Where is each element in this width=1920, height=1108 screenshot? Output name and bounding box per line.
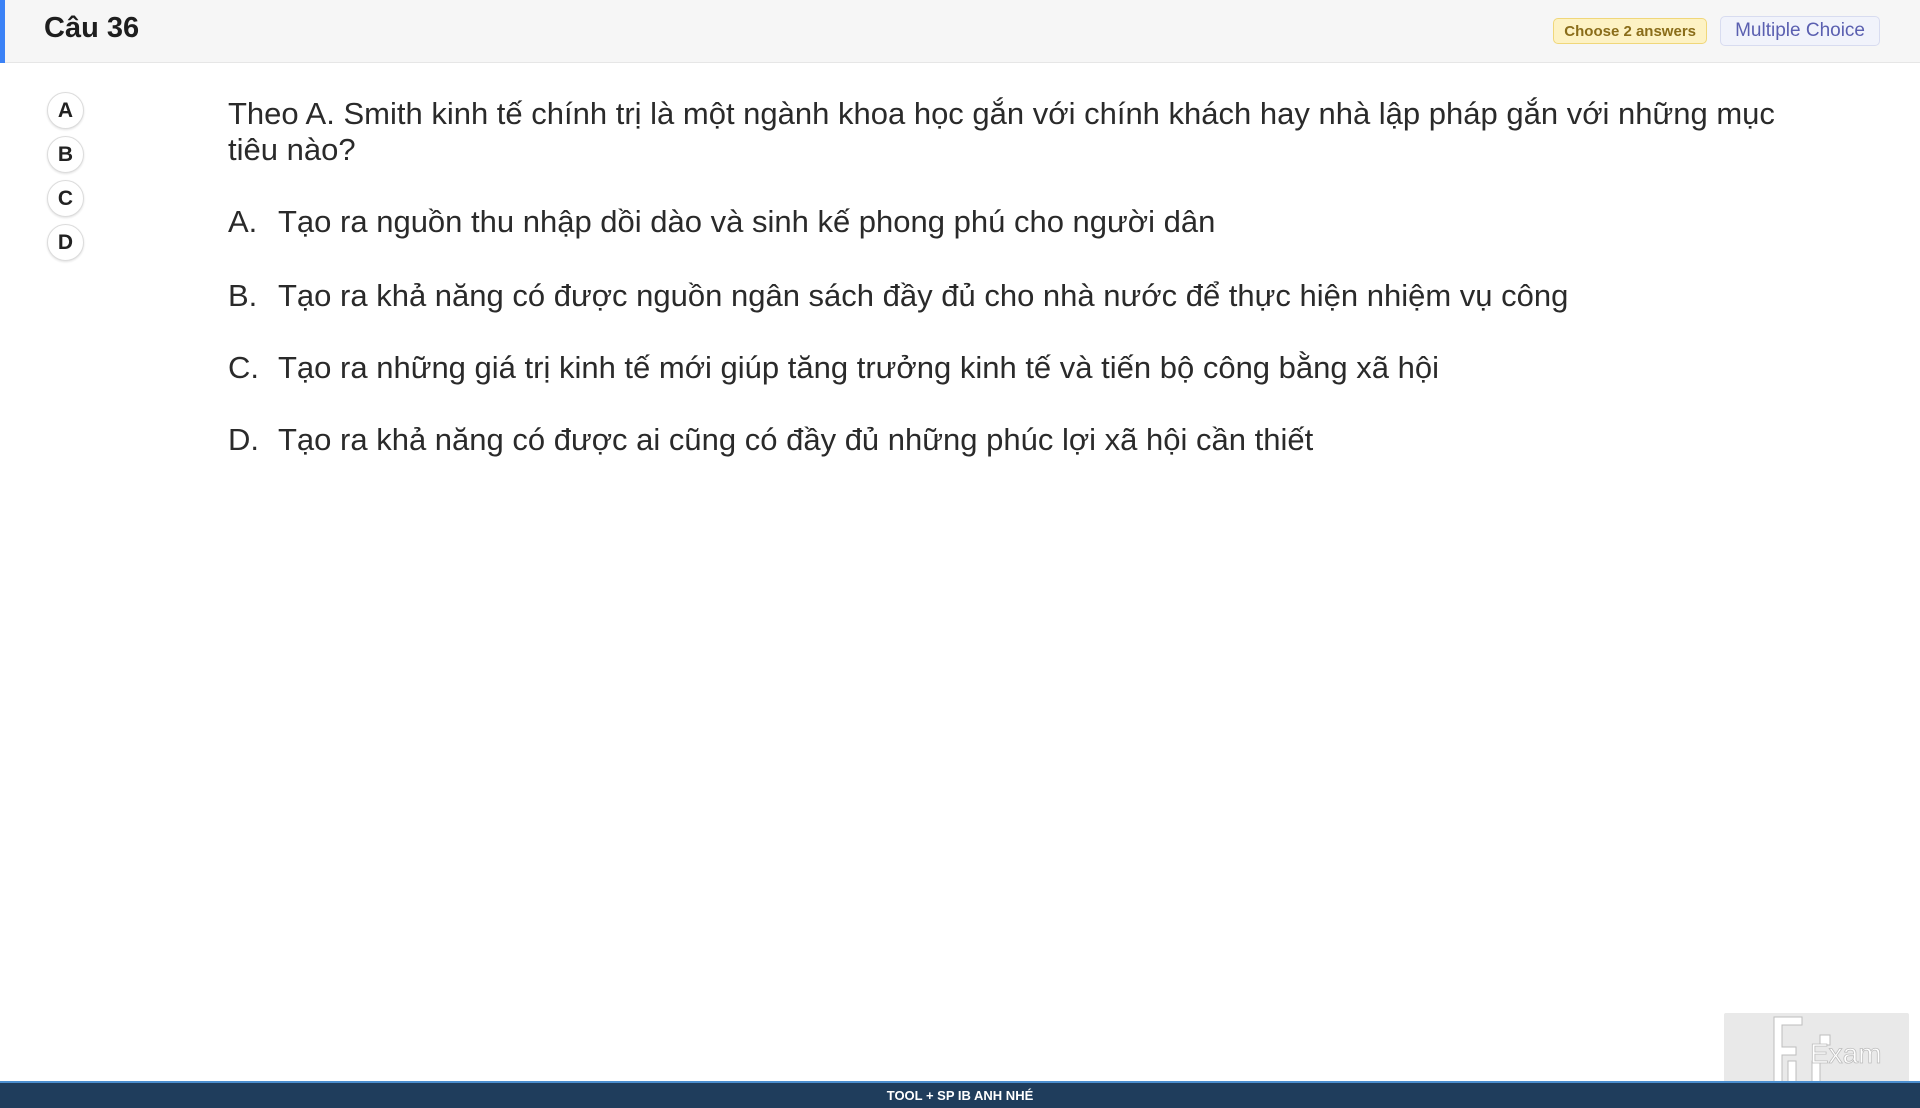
- answer-button-b[interactable]: B: [47, 136, 84, 173]
- header-accent-bar: [0, 0, 5, 63]
- option-letter: D.: [228, 422, 259, 457]
- exam-page: Câu 36 Choose 2 answers Multiple Choice …: [0, 0, 1920, 1108]
- question-header: Câu 36 Choose 2 answers Multiple Choice: [0, 0, 1920, 63]
- option-c: C. Tạo ra những giá trị kinh tế mới giúp …: [228, 350, 1439, 386]
- option-text: Tạo ra những giá trị kinh tế mới giúp tă…: [278, 350, 1439, 385]
- option-text: Tạo ra khả năng có được nguồn ngân sách …: [278, 278, 1569, 313]
- question-text: Theo A. Smith kinh tế chính trị là một n…: [228, 96, 1775, 167]
- footer-text: TOOL + SP IB ANH NHÉ: [886, 1088, 1034, 1103]
- answer-button-c[interactable]: C: [47, 180, 84, 217]
- question-type-badge: Multiple Choice: [1720, 16, 1880, 46]
- answer-button-a[interactable]: A: [47, 92, 84, 129]
- option-letter: A.: [228, 204, 258, 239]
- option-text: Tạo ra nguồn thu nhập dồi dào và sinh kế…: [278, 204, 1216, 239]
- option-letter: C.: [228, 350, 259, 385]
- answer-button-d[interactable]: D: [47, 224, 84, 261]
- choose-answers-badge: Choose 2 answers: [1553, 18, 1707, 44]
- question-number-title: Câu 36: [44, 12, 140, 44]
- option-letter: B.: [228, 278, 258, 313]
- option-text: Tạo ra khả năng có được ai cũng có đầy đ…: [278, 422, 1314, 457]
- option-b: B. Tạo ra khả năng có được nguồn ngân sác…: [228, 278, 1568, 314]
- option-a: A. Tạo ra nguồn thu nhập dồi dào và sinh …: [228, 204, 1215, 240]
- option-d: D. Tạo ra khả năng có được ai cũng có đầy…: [228, 422, 1313, 458]
- footer-bar: TOOL + SP IB ANH NHÉ: [0, 1081, 1920, 1108]
- logo-text: Exam: [1810, 1038, 1882, 1069]
